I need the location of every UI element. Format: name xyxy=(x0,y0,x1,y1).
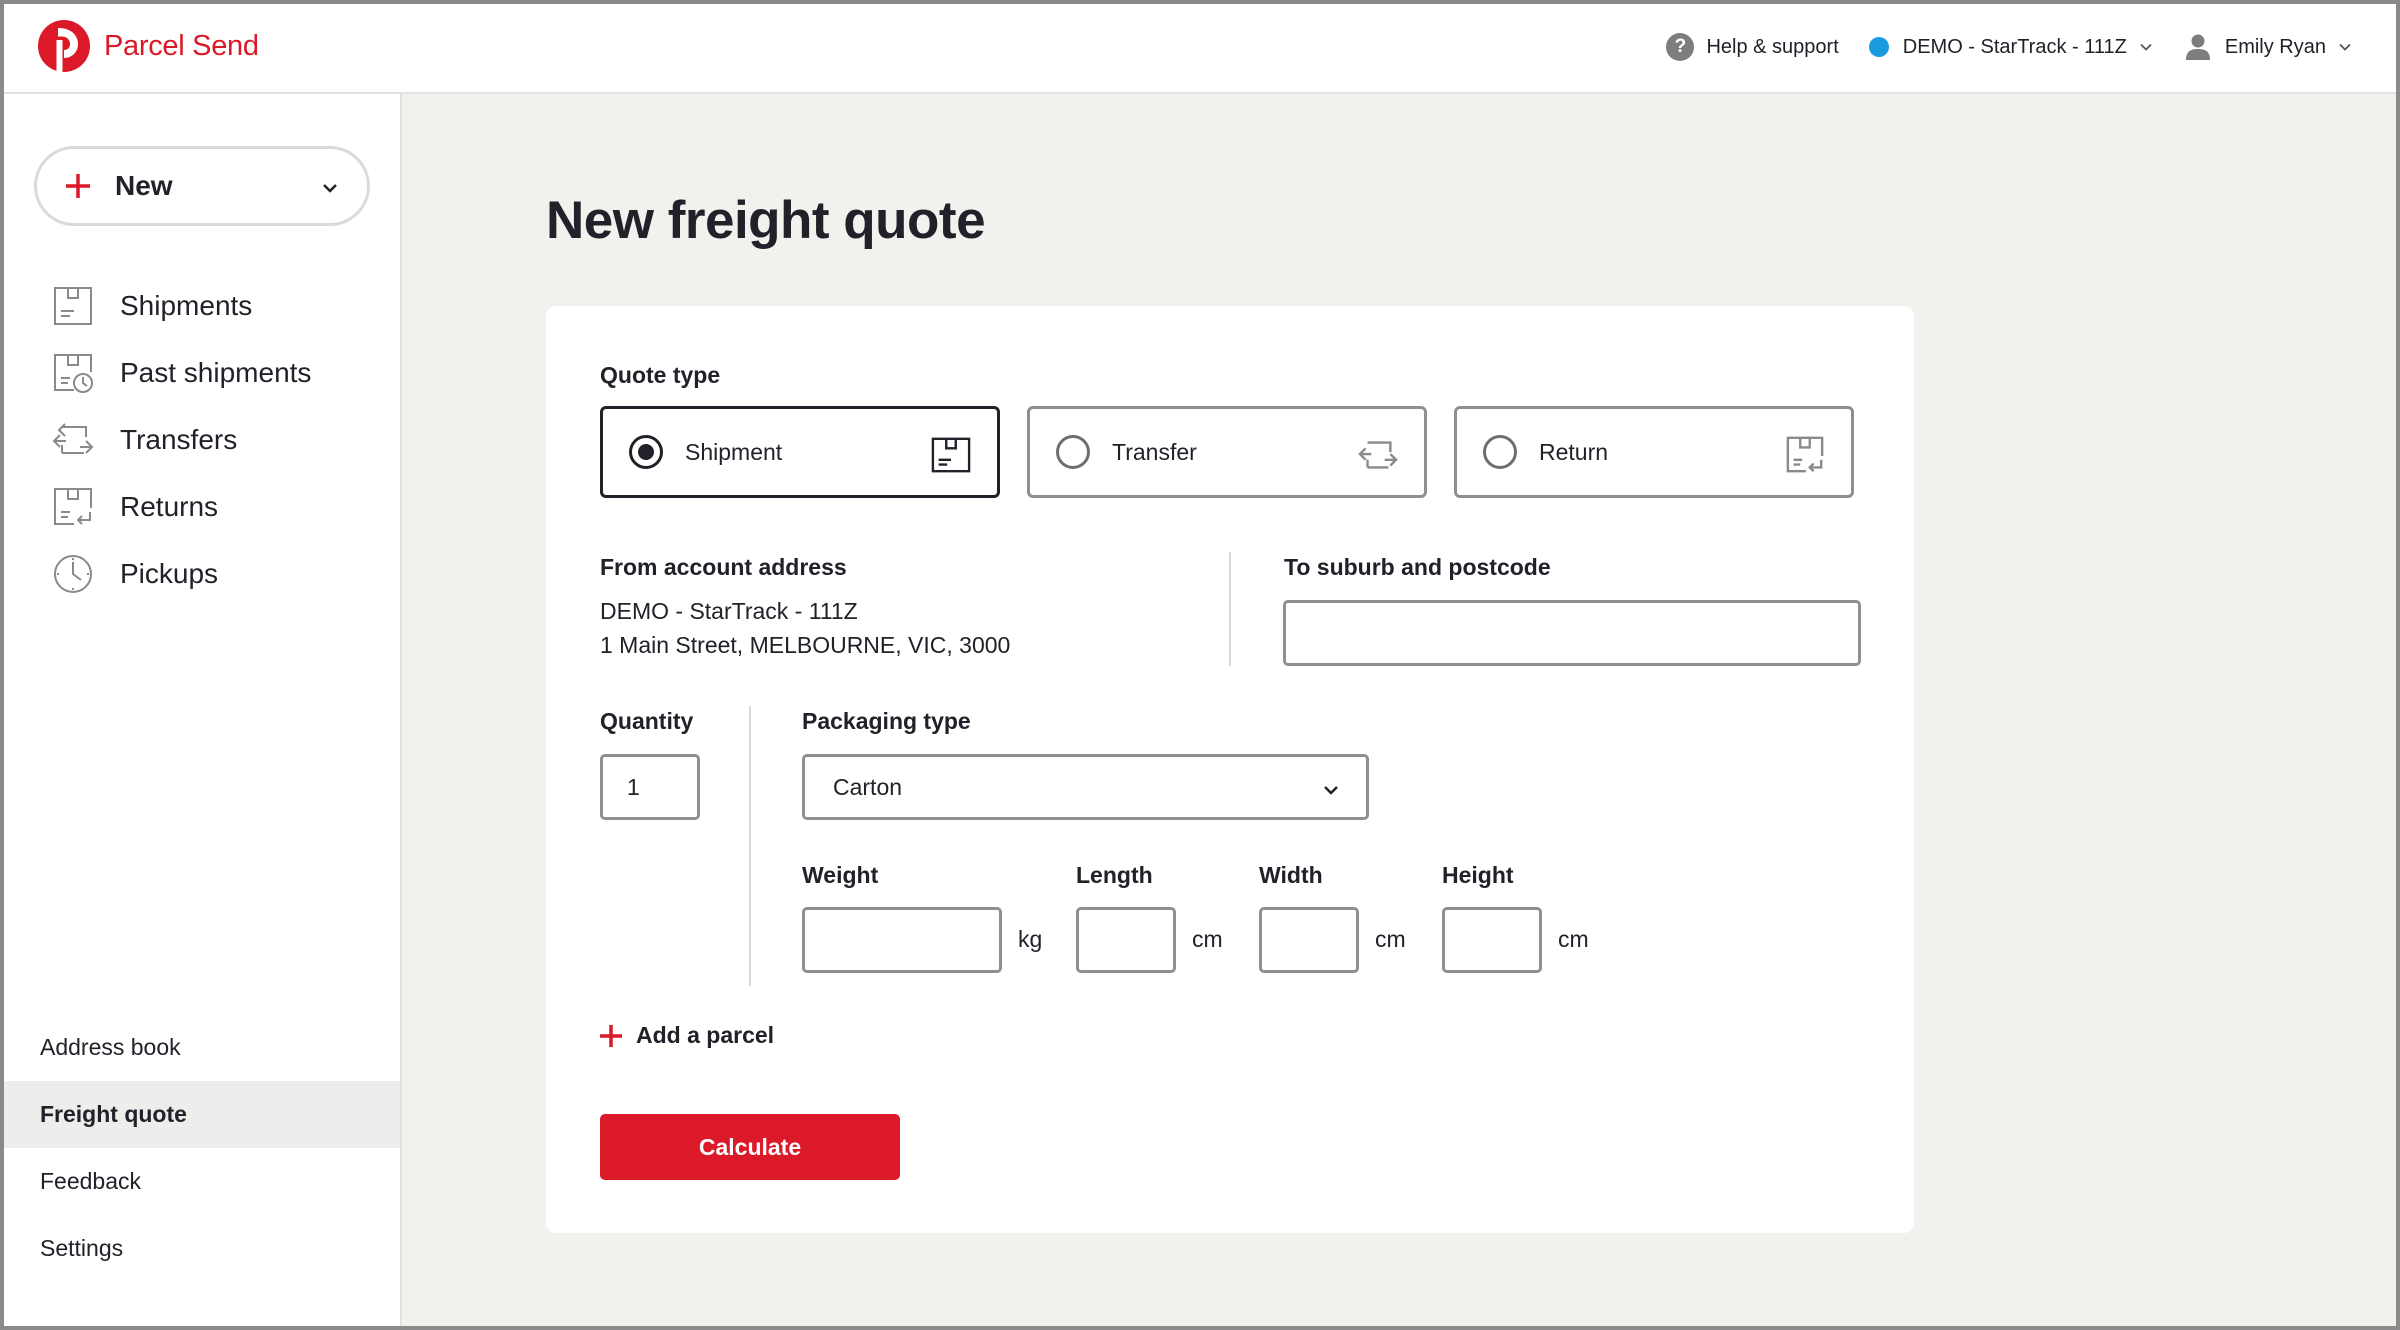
weight-unit: kg xyxy=(1018,926,1043,952)
height-unit: cm xyxy=(1558,926,1589,952)
new-label: New xyxy=(115,170,173,201)
from-address-line2: 1 Main Street, MELBOURNE, VIC, 3000 xyxy=(600,632,1011,658)
radio-button[interactable] xyxy=(629,435,663,469)
weight-label: Weight xyxy=(802,862,879,888)
sidebar-item-pickups[interactable]: Pickups xyxy=(0,540,400,607)
freight-quote-form: Quote type Shipment Transfer Return From… xyxy=(546,306,1914,1233)
to-suburb-postcode-input[interactable] xyxy=(1283,600,1861,666)
account-selector[interactable]: DEMO - StarTrack - 111Z xyxy=(1868,35,2153,59)
packaging-type-select[interactable]: Carton xyxy=(802,754,1369,820)
chevron-down-icon xyxy=(2140,43,2152,51)
quote-type-transfer[interactable]: Transfer xyxy=(1027,406,1427,498)
sidebar-item-label: Shipments xyxy=(120,289,253,321)
length-unit: cm xyxy=(1192,926,1223,952)
primary-nav: Shipments Past shipments Transfers Retur… xyxy=(0,272,400,607)
sidebar-item-past-shipments[interactable]: Past shipments xyxy=(0,339,400,406)
length-label: Length xyxy=(1076,862,1153,888)
height-input[interactable] xyxy=(1442,907,1542,973)
from-address-line1: DEMO - StarTrack - 111Z xyxy=(600,598,858,624)
new-button[interactable]: New xyxy=(34,146,370,226)
secondary-nav: Address book Freight quote Feedback Sett… xyxy=(0,1014,400,1282)
sidebar-item-freight-quote[interactable]: Freight quote xyxy=(0,1081,400,1148)
sidebar-item-returns[interactable]: Returns xyxy=(0,473,400,540)
chevron-down-icon xyxy=(323,184,337,193)
chevron-down-icon xyxy=(2339,43,2351,51)
height-label: Height xyxy=(1442,862,1514,888)
sidebar-item-label: Past shipments xyxy=(120,356,312,388)
user-name: Emily Ryan xyxy=(2224,35,2326,58)
width-label: Width xyxy=(1259,862,1323,888)
calculate-button[interactable]: Calculate xyxy=(600,1114,900,1180)
sidebar: New Shipments Past shipments Transfers R… xyxy=(0,94,402,1330)
to-suburb-label: To suburb and postcode xyxy=(1284,554,1551,580)
top-header: Parcel Send ? Help & support DEMO - Star… xyxy=(0,0,2400,94)
quote-type-return[interactable]: Return xyxy=(1454,406,1854,498)
divider xyxy=(749,706,751,986)
divider xyxy=(1229,552,1231,666)
quantity-label: Quantity xyxy=(600,708,694,734)
quote-type-shipment[interactable]: Shipment xyxy=(600,406,1000,498)
transfer-icon xyxy=(1358,441,1398,469)
brand[interactable]: Parcel Send xyxy=(38,20,259,72)
page-title: New freight quote xyxy=(546,191,986,250)
shipments-icon xyxy=(54,286,92,325)
quote-type-option-label: Return xyxy=(1539,438,1609,465)
help-support-link[interactable]: ? Help & support xyxy=(1666,33,1839,61)
sidebar-item-transfers[interactable]: Transfers xyxy=(0,406,400,473)
sidebar-item-settings[interactable]: Settings xyxy=(0,1215,400,1282)
shipment-box-icon xyxy=(931,437,971,473)
pickups-icon xyxy=(54,554,92,593)
quote-type-option-label: Shipment xyxy=(685,438,783,465)
help-icon: ? xyxy=(1666,33,1695,61)
brand-name: Parcel Send xyxy=(104,29,259,62)
plus-icon xyxy=(66,174,90,198)
return-icon xyxy=(1786,436,1824,473)
from-address-label: From account address xyxy=(600,554,847,580)
returns-icon xyxy=(54,487,92,525)
sidebar-item-shipments[interactable]: Shipments xyxy=(0,272,400,339)
radio-button[interactable] xyxy=(1056,435,1090,469)
sidebar-item-label: Transfers xyxy=(120,423,238,455)
account-label: DEMO - StarTrack - 111Z xyxy=(1902,35,2127,58)
add-parcel-label: Add a parcel xyxy=(636,1022,775,1048)
account-status-dot xyxy=(1868,37,1889,57)
width-input[interactable] xyxy=(1259,907,1359,973)
quote-type-label: Quote type xyxy=(600,362,721,388)
help-label: Help & support xyxy=(1706,35,1839,58)
radio-button[interactable] xyxy=(1483,435,1517,469)
sidebar-item-label: Pickups xyxy=(120,557,219,589)
weight-input[interactable] xyxy=(802,907,1002,973)
sidebar-item-address-book[interactable]: Address book xyxy=(0,1014,400,1081)
add-parcel-button[interactable]: Add a parcel xyxy=(598,1022,774,1049)
chevron-down-icon xyxy=(1324,786,1338,795)
sidebar-item-feedback[interactable]: Feedback xyxy=(0,1148,400,1215)
width-unit: cm xyxy=(1375,926,1406,952)
quantity-input[interactable] xyxy=(600,754,700,820)
brand-logo-icon xyxy=(38,20,90,72)
length-input[interactable] xyxy=(1076,907,1176,973)
user-menu[interactable]: Emily Ryan xyxy=(2183,32,2352,62)
packaging-type-value: Carton xyxy=(833,773,903,800)
packaging-type-label: Packaging type xyxy=(802,708,971,734)
user-icon xyxy=(2185,34,2210,60)
past-shipments-icon xyxy=(54,353,93,393)
plus-icon xyxy=(600,1024,622,1047)
quote-type-option-label: Transfer xyxy=(1112,438,1197,465)
transfers-icon xyxy=(52,422,94,454)
header-actions: ? Help & support DEMO - StarTrack - 111Z… xyxy=(1636,0,2352,94)
sidebar-item-label: Returns xyxy=(120,490,219,522)
